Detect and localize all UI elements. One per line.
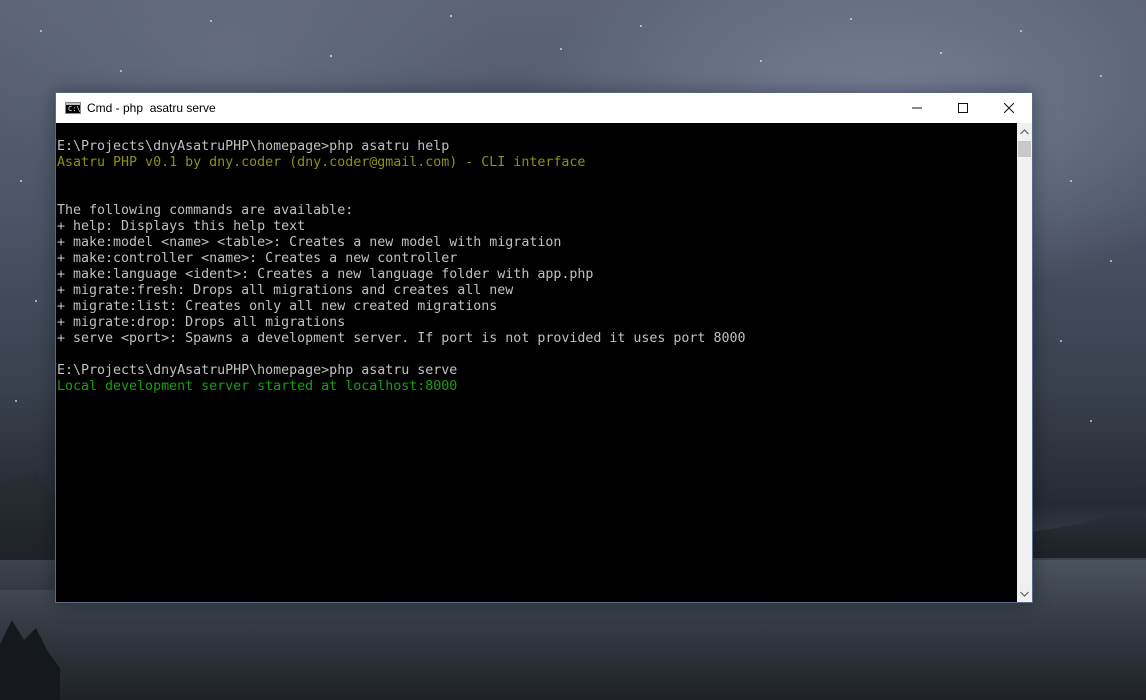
scroll-up-button[interactable] (1017, 123, 1032, 140)
window-title: Cmd - php asatru serve (87, 101, 216, 115)
console-line: + make:language <ident>: Creates a new l… (57, 267, 594, 282)
console-line: Asatru PHP v0.1 by dny.coder (dny.coder@… (57, 155, 586, 170)
star (850, 18, 852, 20)
console-line: + migrate:drop: Drops all migrations (57, 315, 346, 330)
star (940, 52, 942, 54)
cmd-window[interactable]: C:\ Cmd - php asatru serve E:\Projects\d… (55, 92, 1033, 603)
star (640, 25, 642, 27)
star (560, 48, 562, 50)
console-line: The following commands are available: (57, 203, 354, 218)
console-line: + help: Displays this help text (57, 219, 306, 234)
chevron-down-icon (1020, 591, 1029, 597)
console-line: E:\Projects\dnyAsatruPHP\homepage>php as… (57, 139, 450, 154)
console-line: + migrate:list: Creates only all new cre… (57, 299, 498, 314)
chevron-up-icon (1020, 128, 1029, 134)
close-icon (1004, 103, 1014, 113)
close-button[interactable] (986, 93, 1032, 123)
star (20, 180, 22, 182)
maximize-button[interactable] (940, 93, 986, 123)
console-line: Local development server started at loca… (57, 379, 458, 394)
vertical-scrollbar[interactable] (1017, 123, 1032, 602)
star (210, 20, 212, 22)
minimize-icon (912, 107, 922, 109)
star (1060, 340, 1062, 342)
mountain-right (1033, 510, 1146, 558)
star (760, 60, 762, 62)
console-line: + serve <port>: Spawns a development ser… (57, 331, 746, 346)
console-line: + migrate:fresh: Drops all migrations an… (57, 283, 514, 298)
window-controls (894, 93, 1032, 123)
scroll-thumb[interactable] (1018, 141, 1031, 157)
console-line: E:\Projects\dnyAsatruPHP\homepage>php as… (57, 363, 458, 378)
minimize-button[interactable] (894, 93, 940, 123)
title-bar[interactable]: C:\ Cmd - php asatru serve (56, 93, 1032, 123)
star (35, 300, 37, 302)
star (1100, 75, 1102, 77)
scroll-down-button[interactable] (1017, 585, 1032, 602)
console-output[interactable]: E:\Projects\dnyAsatruPHP\homepage>php as… (56, 123, 1017, 602)
star (1020, 30, 1022, 32)
console-line: + make:controller <name>: Creates a new … (57, 251, 458, 266)
star (40, 30, 42, 32)
console-lines: E:\Projects\dnyAsatruPHP\homepage>php as… (57, 139, 745, 395)
star (1110, 260, 1112, 262)
star (1070, 180, 1072, 182)
cmd-icon[interactable]: C:\ (65, 102, 81, 114)
star (1090, 420, 1092, 422)
star (450, 15, 452, 17)
star (120, 70, 122, 72)
star (330, 55, 332, 57)
maximize-icon (958, 103, 968, 113)
star (15, 400, 17, 402)
console-line: + make:model <name> <table>: Creates a n… (57, 235, 562, 250)
